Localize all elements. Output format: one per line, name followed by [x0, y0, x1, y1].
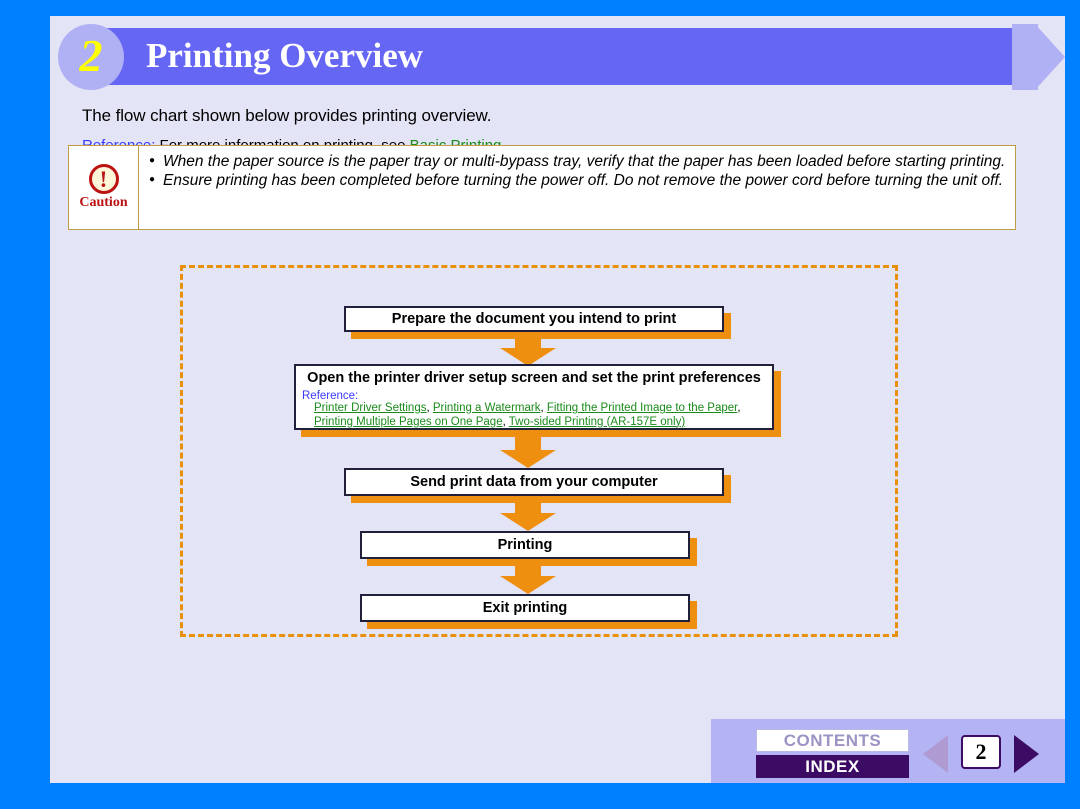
- caution-box: ! Caution When the paper source is the p…: [68, 145, 1016, 230]
- flow-step-printing[interactable]: Printing: [360, 531, 690, 559]
- arrow-shaft: [515, 338, 541, 348]
- document-page: 2 Printing Overview The flow chart shown…: [50, 16, 1065, 783]
- intro-text: The flow chart shown below provides prin…: [82, 106, 492, 125]
- flow-step-title: Prepare the document you intend to print: [391, 311, 677, 327]
- link-printing-multiple-pages[interactable]: Printing Multiple Pages on One Page: [314, 416, 503, 428]
- arrow-head: [500, 576, 556, 594]
- flow-step-title: Open the printer driver setup screen and…: [307, 370, 761, 386]
- flow-step-exit-printing[interactable]: Exit printing: [360, 594, 690, 622]
- flow-arrow-down-icon: [500, 503, 556, 531]
- caution-item: Ensure printing has been completed befor…: [149, 170, 1007, 190]
- triangle-right-icon[interactable]: [1014, 735, 1039, 773]
- arrow-head: [500, 513, 556, 531]
- banner-chevron-icon: [1035, 24, 1065, 90]
- flow-step-title: Printing: [497, 537, 553, 553]
- chapter-header-banner: 2 Printing Overview: [50, 24, 1065, 92]
- flow-arrow-down-icon: [500, 566, 556, 594]
- link-two-sided-printing[interactable]: Two-sided Printing (AR-157E only): [509, 416, 685, 428]
- exclamation-glyph: !: [99, 167, 108, 192]
- bottom-navigation: CONTENTS INDEX 2: [711, 719, 1065, 783]
- caution-label: Caution: [79, 195, 128, 210]
- flow-step-prepare-document[interactable]: Prepare the document you intend to print: [344, 306, 724, 332]
- triangle-left-icon[interactable]: [923, 735, 948, 773]
- caution-icon-cell: ! Caution: [69, 146, 139, 229]
- link-printer-driver-settings[interactable]: Printer Driver Settings: [314, 402, 426, 414]
- index-button[interactable]: INDEX: [756, 755, 909, 778]
- caution-body: When the paper source is the paper tray …: [139, 146, 1015, 229]
- caution-item: When the paper source is the paper tray …: [149, 151, 1007, 171]
- chapter-number: 2: [79, 30, 103, 81]
- page-title: Printing Overview: [146, 36, 424, 75]
- flow-reference-label: Reference:: [302, 390, 359, 402]
- flow-step-title: Exit printing: [482, 600, 568, 616]
- arrow-shaft: [515, 566, 541, 576]
- arrow-shaft: [515, 503, 541, 513]
- link-fitting-printed-image[interactable]: Fitting the Printed Image to the Paper: [547, 402, 738, 414]
- exclamation-circle-icon: !: [88, 164, 119, 194]
- link-printing-a-watermark[interactable]: Printing a Watermark: [433, 402, 541, 414]
- page-number-box: 2: [961, 735, 1001, 769]
- flow-step-send-print-data[interactable]: Send print data from your computer: [344, 468, 724, 496]
- flow-reference-links: Printer Driver Settings, Printing a Wate…: [314, 402, 741, 428]
- outer-frame: 2 Printing Overview The flow chart shown…: [0, 0, 1080, 809]
- flow-step-open-printer-driver[interactable]: Open the printer driver setup screen and…: [294, 364, 774, 430]
- flow-step-title: Send print data from your computer: [410, 474, 658, 490]
- flow-arrow-down-icon: [500, 338, 556, 366]
- contents-button[interactable]: CONTENTS: [756, 729, 909, 752]
- flow-arrow-down-icon: [500, 436, 556, 468]
- arrow-shaft: [515, 436, 541, 450]
- arrow-head: [500, 450, 556, 468]
